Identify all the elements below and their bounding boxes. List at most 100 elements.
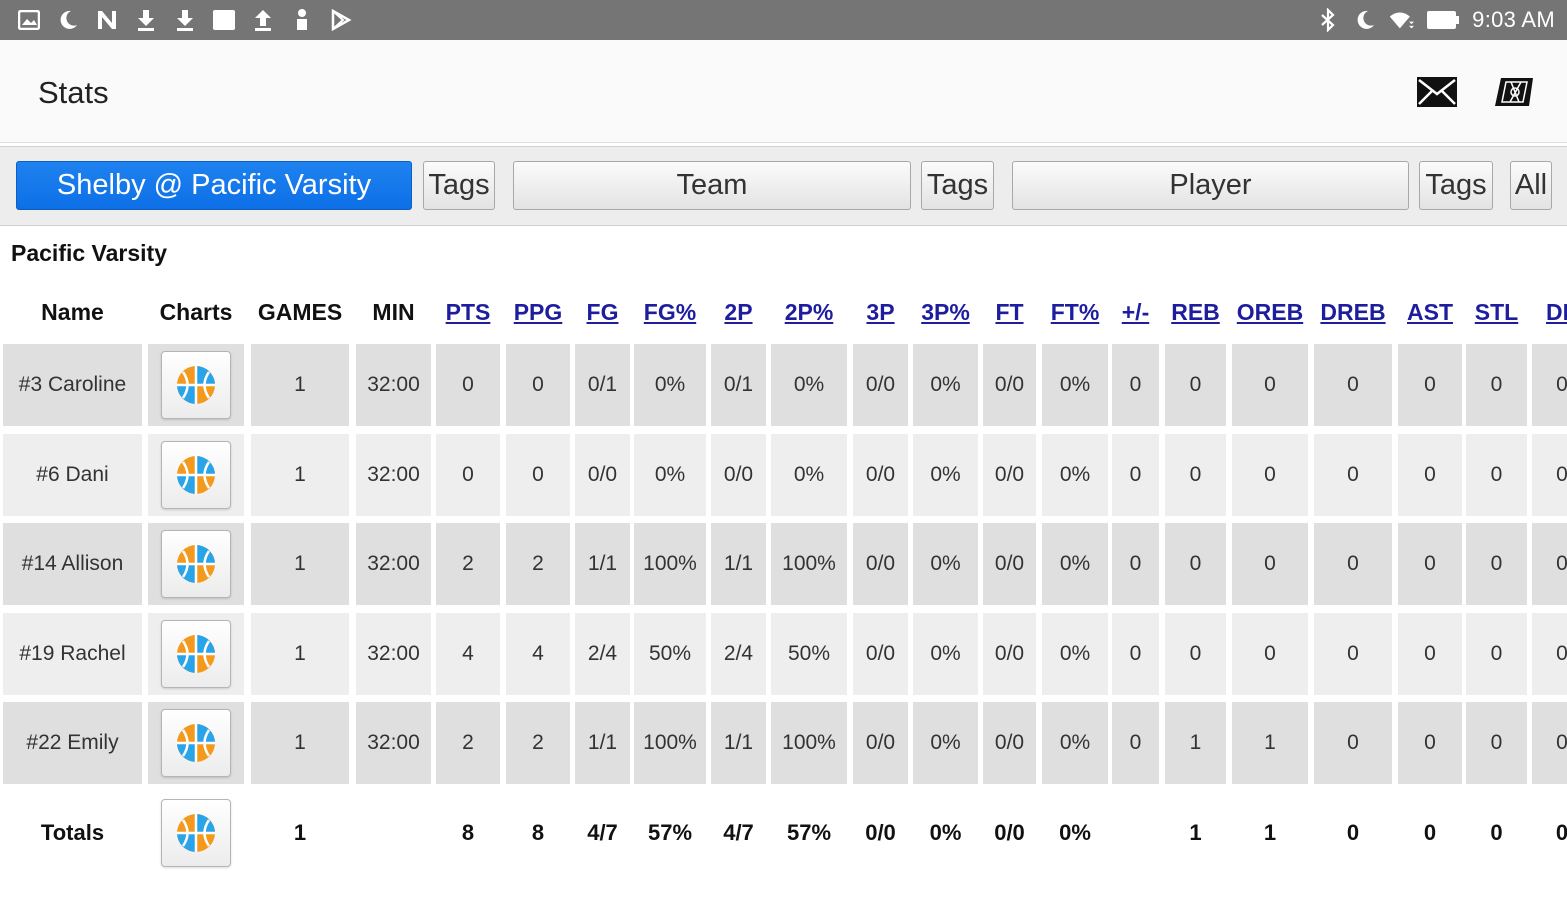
stat-fg: 0/0 <box>575 434 630 516</box>
basketball-icon <box>177 545 215 583</box>
stat-pts: 2 <box>436 702 500 784</box>
stat-ppg: 4 <box>506 613 570 695</box>
app-bar: Stats <box>0 40 1567 143</box>
shot-chart-button[interactable] <box>161 351 231 419</box>
stat-games: 1 <box>293 820 307 845</box>
team-tags-button[interactable]: Tags <box>921 161 994 210</box>
column-header-reb[interactable]: REB <box>1165 290 1226 334</box>
stat-pm: 0 <box>1112 702 1159 784</box>
stat-pts: 0 <box>436 434 500 516</box>
game-button[interactable]: Shelby @ Pacific Varsity <box>16 161 412 210</box>
stat-p2: 1/1 <box>711 523 766 605</box>
column-header-2p-pct[interactable]: 2P% <box>771 290 847 334</box>
stat-oreb: 0 <box>1232 344 1308 426</box>
stat-p2-pct: 50% <box>771 613 847 695</box>
stat-ft-pct: 0% <box>1042 702 1108 784</box>
mail-icon[interactable] <box>1416 76 1458 108</box>
stat-pm: 0 <box>1112 434 1159 516</box>
download-icon <box>172 8 197 33</box>
chart-cell <box>148 613 244 695</box>
stat-p3-pct: 0% <box>913 613 978 695</box>
stat-oreb: 0 <box>1232 523 1308 605</box>
bluetooth-icon <box>1315 8 1340 33</box>
game-tags-button[interactable]: Tags <box>423 161 495 210</box>
column-header-stl[interactable]: STL <box>1466 290 1527 334</box>
column-header-ft[interactable]: FT <box>983 290 1036 334</box>
column-header-de[interactable]: DE <box>1532 290 1567 334</box>
stat-pts: 4 <box>436 613 500 695</box>
column-header-charts: Charts <box>159 298 233 325</box>
stat-ppg: 0 <box>506 434 570 516</box>
column-header-ppg[interactable]: PPG <box>506 290 570 334</box>
upload-icon <box>250 8 275 33</box>
stat-pm <box>1112 792 1159 874</box>
column-header-3p-pct[interactable]: 3P% <box>913 290 978 334</box>
stat-p3-pct: 0% <box>913 344 978 426</box>
shot-chart-button[interactable] <box>161 530 231 598</box>
stat-games: 1 <box>251 434 349 516</box>
player-button[interactable]: Player <box>1012 161 1409 210</box>
stat-pts: 8 <box>461 820 475 845</box>
shot-chart-button[interactable] <box>161 620 231 688</box>
team-button[interactable]: Team <box>513 161 911 210</box>
stat-stl: 0 <box>1466 523 1527 605</box>
stat-stl: 0 <box>1490 820 1503 845</box>
stat-ft: 0/0 <box>983 523 1036 605</box>
stat-oreb: 1 <box>1263 820 1277 845</box>
stat-ft-pct: 0% <box>1059 820 1091 845</box>
stat-stl: 0 <box>1466 613 1527 695</box>
stat-reb: 1 <box>1189 820 1202 845</box>
shot-chart-button[interactable] <box>161 441 231 509</box>
stat-ft-pct: 0% <box>1042 434 1108 516</box>
column-header-ast[interactable]: AST <box>1398 290 1462 334</box>
stat-p3: 0/0 <box>865 820 896 845</box>
page-title: Stats <box>38 75 109 110</box>
all-button[interactable]: All <box>1510 161 1552 210</box>
n-icon <box>94 8 119 33</box>
stat-fg-pct: 57% <box>647 820 693 845</box>
stat-reb: 0 <box>1165 523 1226 605</box>
player-name: #6 Dani <box>3 434 142 516</box>
image-icon <box>16 8 41 33</box>
column-header-games: GAMES <box>257 298 343 325</box>
column-header-min: MIN <box>372 298 415 325</box>
basketball-icon <box>177 724 215 762</box>
shot-chart-button[interactable] <box>161 799 231 867</box>
download-icon <box>133 8 158 33</box>
column-header-dreb[interactable]: DREB <box>1314 290 1392 334</box>
stat-games: 1 <box>251 613 349 695</box>
stat-p2: 0/0 <box>711 434 766 516</box>
stat-de: 0 <box>1532 613 1567 695</box>
stat-p2: 2/4 <box>711 613 766 695</box>
column-header-pts[interactable]: PTS <box>436 290 500 334</box>
stat-fg: 0/1 <box>575 344 630 426</box>
stat-reb: 0 <box>1165 344 1226 426</box>
stat-p2: 1/1 <box>711 702 766 784</box>
stat-fg: 1/1 <box>575 702 630 784</box>
shot-chart-button[interactable] <box>161 709 231 777</box>
player-tags-button[interactable]: Tags <box>1419 161 1493 210</box>
column-header-2p[interactable]: 2P <box>711 290 766 334</box>
basketball-icon <box>177 635 215 673</box>
column-header-oreb[interactable]: OREB <box>1232 290 1308 334</box>
stat-fg-pct: 0% <box>634 344 706 426</box>
column-header-fg[interactable]: FG <box>575 290 630 334</box>
stat-dreb: 0 <box>1346 820 1360 845</box>
stat-min: 32:00 <box>356 344 431 426</box>
stat-ast: 0 <box>1398 613 1462 695</box>
basketball-icon <box>177 456 215 494</box>
column-header-plus-minus[interactable]: +/- <box>1112 290 1159 334</box>
stat-p3: 0/0 <box>853 434 908 516</box>
court-icon[interactable] <box>1493 74 1537 110</box>
stat-dreb: 0 <box>1314 344 1392 426</box>
stat-pm: 0 <box>1112 344 1159 426</box>
filter-bar: Shelby @ Pacific Varsity Tags Team Tags … <box>0 146 1567 226</box>
column-header-fg-pct[interactable]: FG% <box>634 290 706 334</box>
square-icon <box>211 8 236 33</box>
stat-fg: 4/7 <box>587 820 618 845</box>
column-header-3p[interactable]: 3P <box>853 290 908 334</box>
column-header-name: Name <box>41 298 104 325</box>
stat-fg: 1/1 <box>575 523 630 605</box>
stat-ast: 0 <box>1423 820 1437 845</box>
column-header-ft-pct[interactable]: FT% <box>1042 290 1108 334</box>
